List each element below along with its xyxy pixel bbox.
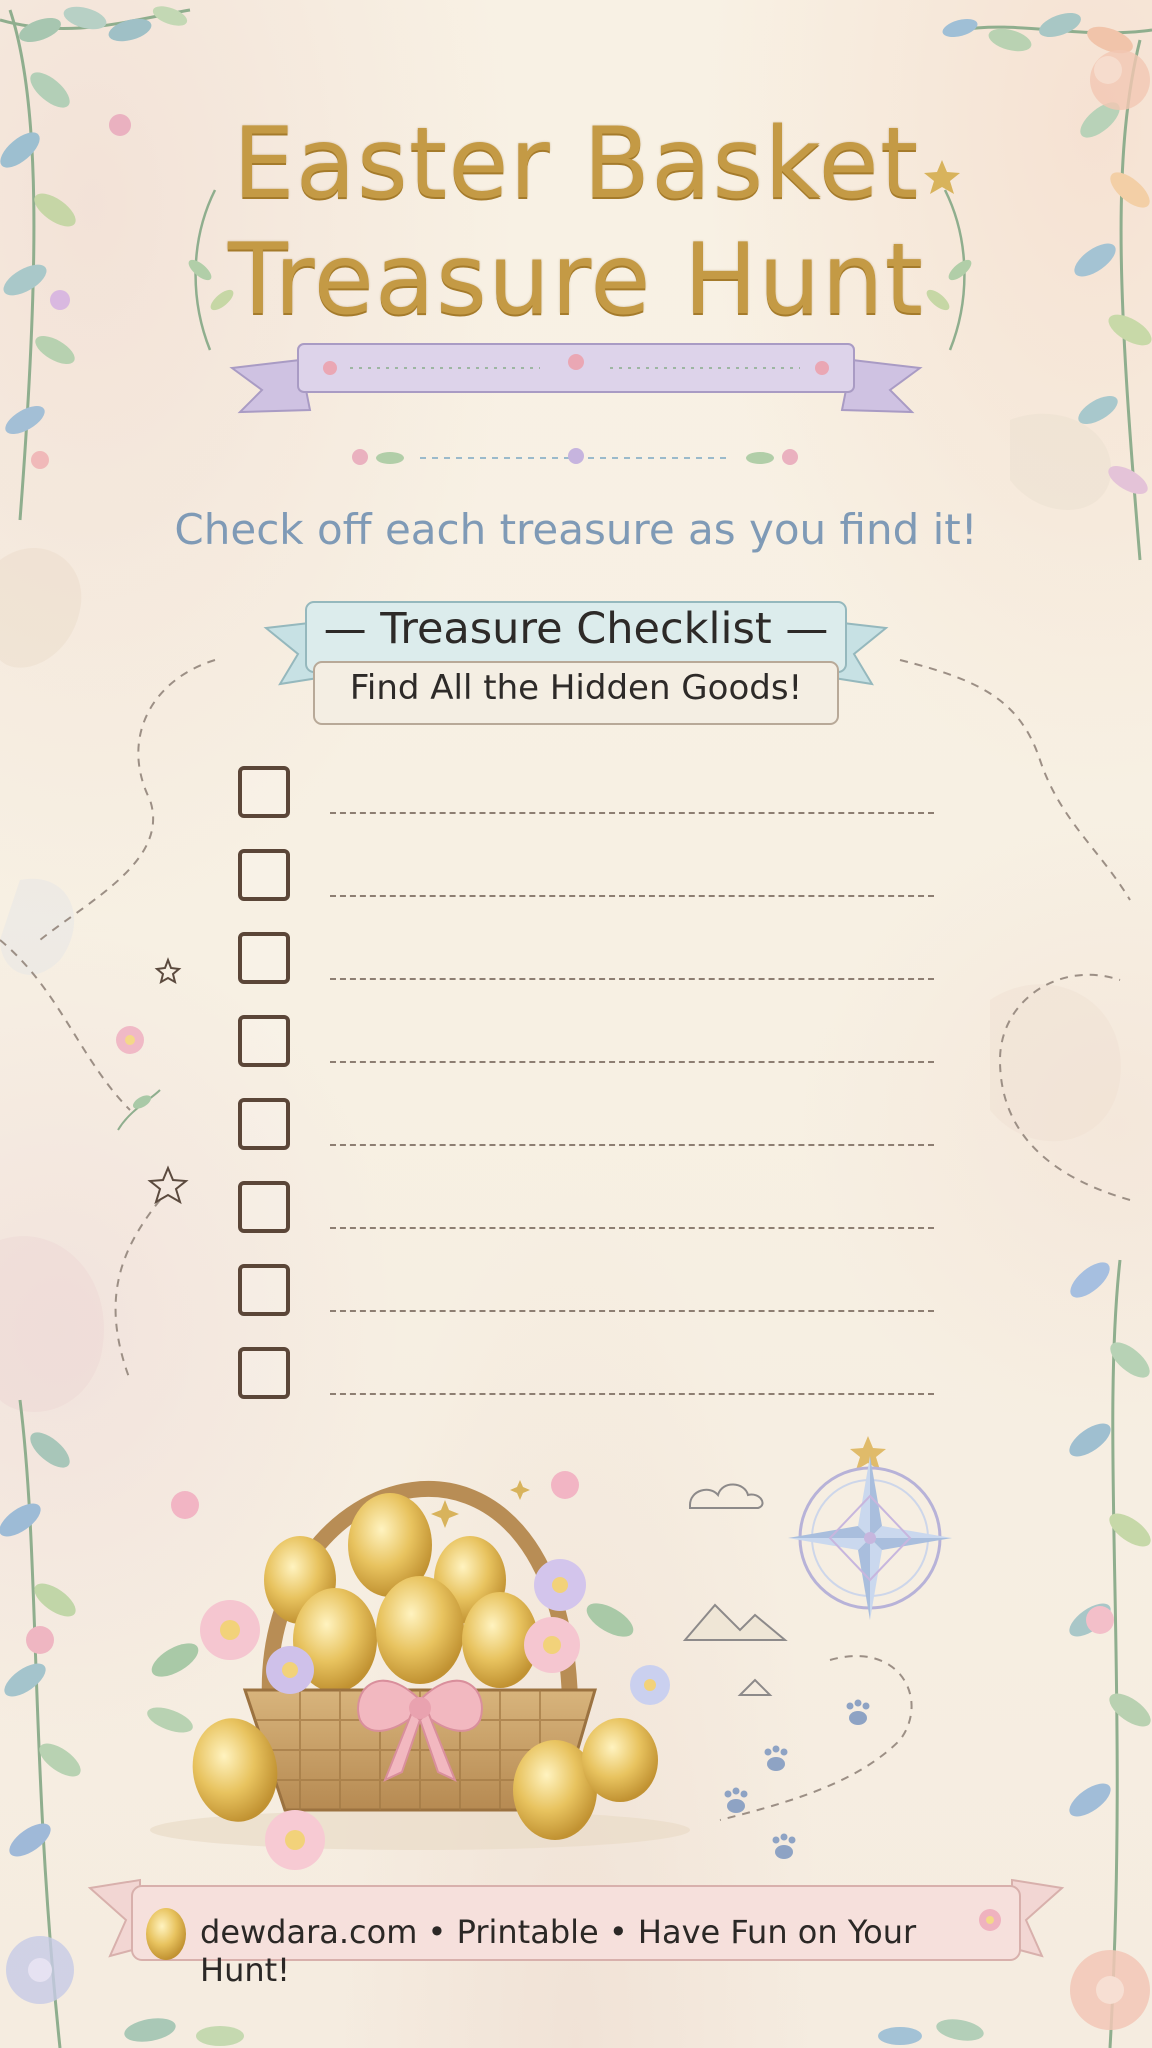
write-in-line[interactable] [330, 1310, 934, 1312]
hunt-page: Easter Basket Treasure Hunt Check off ea… [0, 0, 1152, 2048]
treasure-checklist [238, 766, 938, 1430]
checklist-row [238, 1181, 938, 1264]
checklist-row [238, 1264, 938, 1347]
checkbox[interactable] [238, 1181, 290, 1233]
checklist-row [238, 766, 938, 849]
checklist-subtitle: Find All the Hidden Goods! [349, 668, 803, 708]
paw-print-icon [724, 1699, 870, 1859]
checkbox[interactable] [238, 932, 290, 984]
checkbox[interactable] [238, 1098, 290, 1150]
write-in-line[interactable] [330, 812, 934, 814]
checkbox[interactable] [238, 849, 290, 901]
checkbox[interactable] [238, 766, 290, 818]
checklist-row [238, 1098, 938, 1181]
page-title-line1: Easter Basket [232, 107, 920, 221]
write-in-line[interactable] [330, 1144, 934, 1146]
checklist-row [238, 1015, 938, 1098]
checklist-row [238, 1347, 938, 1430]
cloud-icon [689, 1483, 764, 1509]
title-ribbon [229, 343, 923, 414]
mountain-icon [682, 1603, 788, 1641]
star-icon [147, 1165, 189, 1205]
checkbox[interactable] [238, 1347, 290, 1399]
write-in-line[interactable] [330, 1393, 934, 1395]
write-in-line[interactable] [330, 1061, 934, 1063]
checkbox[interactable] [238, 1015, 290, 1067]
write-in-line[interactable] [330, 1227, 934, 1229]
checkbox[interactable] [238, 1264, 290, 1316]
flower-divider [352, 448, 798, 465]
compass-rose-icon [788, 1456, 952, 1620]
write-in-line[interactable] [330, 895, 934, 897]
checklist-row [238, 849, 938, 932]
instructions-text: Check off each treasure as you find it! [174, 505, 978, 554]
checklist-title: — Treasure Checklist — [323, 604, 829, 654]
footer-text: dewdara.com • Printable • Have Fun on Yo… [200, 1913, 917, 1989]
page-title-line2: Treasure Hunt [227, 223, 925, 337]
write-in-line[interactable] [330, 978, 934, 980]
egg-icon [146, 1908, 186, 1960]
checklist-row [238, 932, 938, 1015]
basket-icon [147, 1471, 690, 1870]
